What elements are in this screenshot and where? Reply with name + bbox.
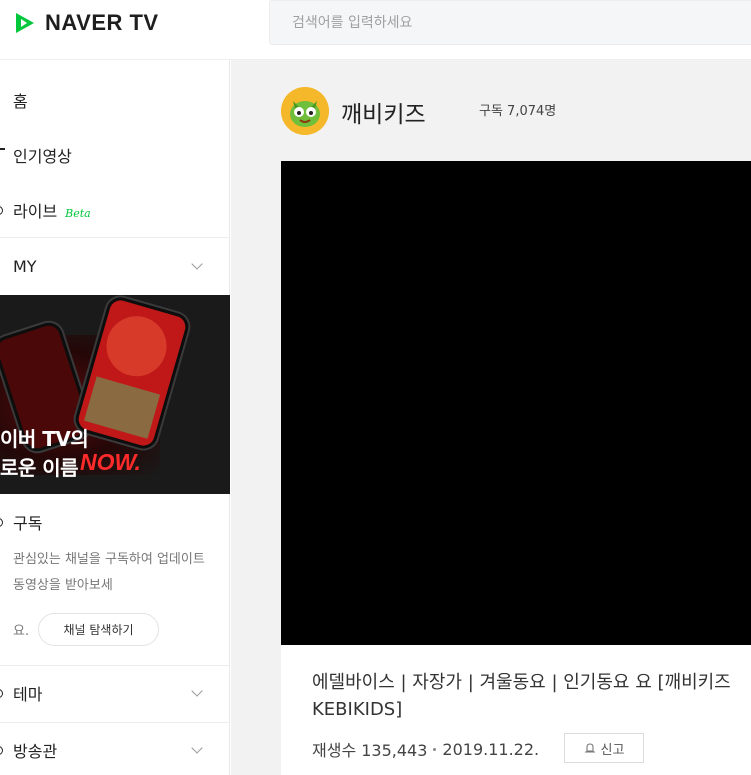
banner-text-line2: 로운 이름 <box>0 456 79 480</box>
banner-text-line1: 이버 TV의 <box>0 427 89 451</box>
video-meta: 재생수 135,443 2019.11.22. <box>312 737 539 761</box>
phone-image <box>72 295 192 452</box>
video-info-card: 에델바이스 | 자장가 | 겨울동요 | 인기동요 요 [깨비키즈 KEBIKI… <box>281 645 751 775</box>
sidebar-item-theme[interactable]: 테마 <box>0 673 230 713</box>
chevron-down-icon <box>191 258 203 270</box>
report-button[interactable]: 신고 <box>564 733 644 763</box>
separator-dot <box>433 747 437 751</box>
channel-avatar[interactable] <box>281 87 329 135</box>
main-content: 깨비키즈 구독 7,074명 에델바이스 | 자장가 | 겨울동요 | 인기동요… <box>231 60 751 775</box>
subscribe-icon <box>0 518 3 527</box>
sidebar-item-label: MY <box>13 256 37 276</box>
goblin-mascot-icon <box>281 87 329 135</box>
chevron-down-icon <box>191 685 203 697</box>
phone-screen-image <box>84 376 161 439</box>
banner-now-text: NOW. <box>80 449 141 475</box>
sidebar-item-label: 구독 <box>13 514 43 533</box>
video-title: 에델바이스 | 자장가 | 겨울동요 | 인기동요 요 [깨비키즈 KEBIKI… <box>312 672 731 720</box>
broadcast-icon <box>0 746 3 755</box>
top-header: NAVER TV <box>0 0 751 60</box>
sidebar-item-live[interactable]: 라이브 Beta <box>0 190 230 230</box>
theme-icon <box>0 689 3 698</box>
logo-text: NAVER TV <box>45 10 159 35</box>
channel-name[interactable]: 깨비키즈 <box>341 95 426 129</box>
sidebar-divider <box>0 237 230 238</box>
sidebar-item-label: 인기영상 <box>13 147 72 166</box>
search-box[interactable] <box>269 0 751 45</box>
sidebar-item-home[interactable]: 홈 <box>0 80 230 120</box>
star-icon <box>0 148 5 150</box>
play-logo-icon <box>16 13 34 33</box>
subscribe-description: 관심있는 채널을 구독하여 업데이트 동영상을 받아보세 <box>13 552 205 593</box>
search-input[interactable] <box>292 13 692 33</box>
video-player[interactable] <box>281 161 751 645</box>
view-count: 재생수 135,443 <box>312 741 428 760</box>
siren-icon <box>584 743 595 753</box>
beta-badge: Beta <box>65 207 91 220</box>
phone-screen-image <box>99 309 174 384</box>
subscribe-description-end: 요. <box>13 624 30 639</box>
sidebar: 홈 인기영상 라이브 Beta MY 이버 TV의 로운 이름 NOW. 구독 … <box>0 60 230 775</box>
naver-now-banner[interactable]: 이버 TV의 로운 이름 NOW. <box>0 295 230 494</box>
subscriber-count: 구독 7,074명 <box>479 104 557 119</box>
report-label: 신고 <box>600 742 625 758</box>
sidebar-item-label: 테마 <box>13 685 43 704</box>
sidebar-item-popular[interactable]: 인기영상 <box>0 135 230 175</box>
sidebar-item-subscribe[interactable]: 구독 <box>0 502 230 542</box>
sidebar-item-label: 라이브 <box>13 202 58 221</box>
sidebar-item-broadcast[interactable]: 방송관 <box>0 730 230 770</box>
upload-date: 2019.11.22. <box>442 739 540 759</box>
sidebar-item-label: 홈 <box>13 92 28 111</box>
sidebar-divider <box>0 665 230 666</box>
explore-channels-button[interactable]: 채널 탐색하기 <box>38 613 159 646</box>
sidebar-item-my[interactable]: MY <box>0 246 230 286</box>
sidebar-divider <box>0 722 230 723</box>
naver-tv-logo[interactable]: NAVER TV <box>14 10 159 36</box>
live-icon <box>0 206 3 215</box>
chevron-down-icon <box>191 742 203 754</box>
sidebar-item-label: 방송관 <box>13 742 58 761</box>
